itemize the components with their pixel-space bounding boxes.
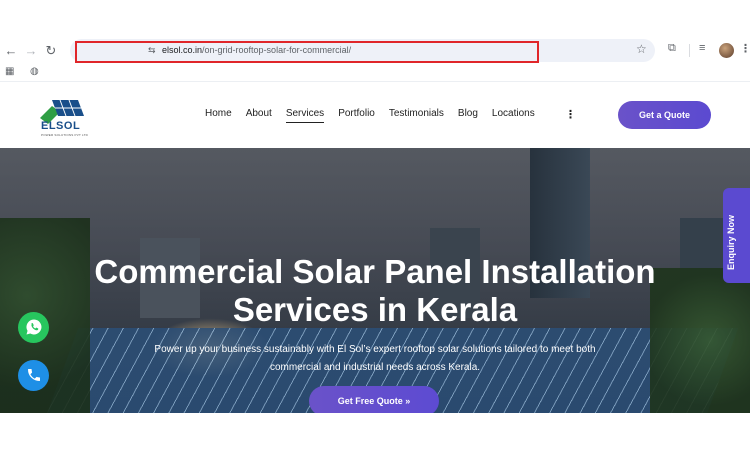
arrow-left-icon[interactable]: ← [2, 42, 20, 60]
url-highlight-box [75, 41, 539, 63]
logo-text: ELSOL [41, 120, 81, 132]
hero-title: Commercial Solar Panel Installation Serv… [50, 253, 700, 329]
nav-testimonials[interactable]: Testimonials [389, 108, 444, 123]
hero-subtitle-line: Power up your business sustainably with … [154, 344, 596, 355]
profile-avatar[interactable] [719, 43, 734, 58]
nav-locations[interactable]: Locations [492, 108, 535, 123]
nav-portfolio[interactable]: Portfolio [338, 108, 375, 123]
get-free-quote-button[interactable]: Get Free Quote » [309, 386, 439, 413]
page: ← → ↻ ⇆ elsol.co.in/on-grid-rooftop-sola… [0, 0, 750, 450]
reload-icon[interactable]: ↻ [42, 42, 60, 60]
apps-grid-icon[interactable]: ▦ [5, 66, 14, 77]
browser-menu-icon[interactable]: ⋮ [740, 42, 750, 55]
site-header: ELSOL POWER SOLUTIONS PVT LTD Home About… [0, 86, 750, 148]
extensions-icon[interactable]: ⧉ [668, 42, 676, 55]
media-controls-icon[interactable]: ≡ [699, 42, 705, 54]
globe-icon[interactable]: ◍ [30, 66, 39, 77]
hero-section: Commercial Solar Panel Installation Serv… [0, 148, 750, 413]
nav-home[interactable]: Home [205, 108, 232, 123]
logo-subtext: POWER SOLUTIONS PVT LTD [41, 133, 88, 137]
nav-blog[interactable]: Blog [458, 108, 478, 123]
enquiry-now-label[interactable]: Enquiry Now [726, 215, 736, 270]
hero-title-line: Commercial Solar Panel Installation [94, 253, 656, 290]
arrow-right-icon[interactable]: → [22, 42, 40, 60]
hero-subtitle-line: commercial and industrial needs across K… [269, 362, 481, 373]
phone-icon [27, 369, 40, 381]
nav-services[interactable]: Services [285, 108, 325, 123]
whatsapp-button[interactable] [18, 312, 49, 343]
main-nav: Home About Services Portfolio Testimonia… [205, 108, 549, 123]
nav-about[interactable]: About [246, 108, 272, 123]
bookmark-star-icon[interactable]: ☆ [636, 42, 647, 56]
whatsapp-icon [26, 319, 41, 335]
phone-call-button[interactable] [18, 360, 49, 391]
hero-subtitle: Power up your business sustainably with … [120, 341, 630, 377]
nav-more-icon[interactable]: ⋮ [565, 108, 576, 121]
bookmarks-bar: ▦ ◍ [0, 64, 750, 82]
get-quote-button[interactable]: Get a Quote [618, 101, 711, 129]
toolbar-divider [689, 44, 690, 57]
hero-title-line: Services in Kerala [232, 291, 518, 328]
